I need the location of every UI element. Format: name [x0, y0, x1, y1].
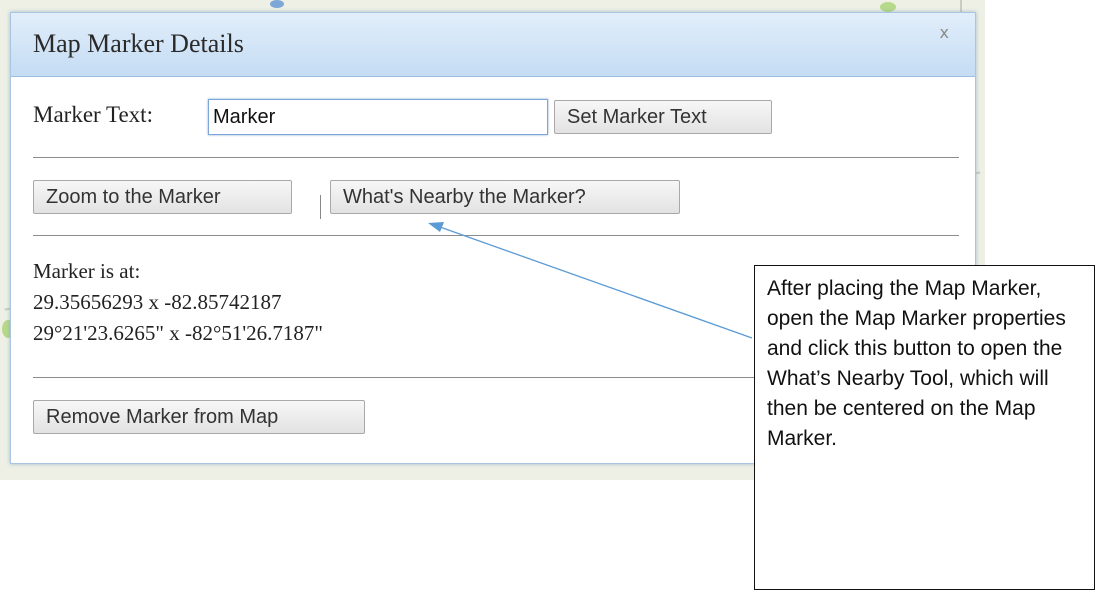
arrow-line — [439, 226, 753, 339]
callout-note: After placing the Map Marker, open the M… — [754, 265, 1095, 590]
arrow-head — [428, 222, 444, 232]
